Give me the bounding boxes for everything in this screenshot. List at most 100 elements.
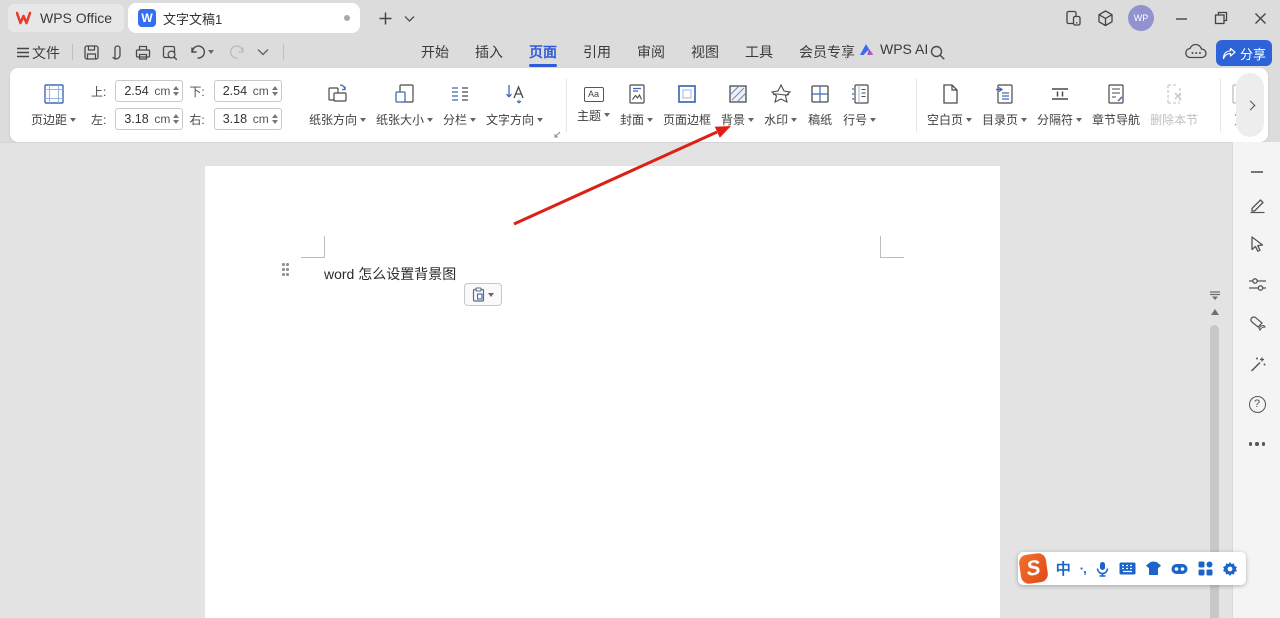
close-icon: [1254, 12, 1267, 25]
ime-apps-button[interactable]: [1197, 560, 1213, 577]
ime-keyboard-button[interactable]: [1119, 560, 1136, 577]
new-tab-button[interactable]: [374, 8, 396, 28]
minimize-button[interactable]: [1170, 8, 1192, 28]
ime-toolbar: S 中 ·,: [1018, 552, 1246, 585]
line-numbers-button[interactable]: 行号: [838, 72, 881, 138]
paragraph-drag-handle-icon[interactable]: [282, 263, 295, 281]
tab-view[interactable]: 视图: [678, 36, 732, 68]
device-sync-button[interactable]: [1062, 8, 1084, 28]
tab-reference[interactable]: 引用: [570, 36, 624, 68]
sogou-logo-icon[interactable]: S: [1018, 552, 1048, 584]
tab-insert[interactable]: 插入: [462, 36, 516, 68]
section-break-icon: [1047, 82, 1073, 106]
export-pdf-button[interactable]: [106, 42, 128, 62]
cloud-sync-button[interactable]: [1182, 41, 1210, 61]
tab-membership[interactable]: 会员专享: [786, 36, 868, 68]
page-border-button[interactable]: 页面边框: [658, 72, 716, 138]
ruler-toggle-button[interactable]: [1208, 291, 1222, 301]
ime-skin-button[interactable]: [1145, 560, 1162, 577]
share-icon: [1222, 47, 1236, 60]
user-avatar[interactable]: WP: [1128, 5, 1154, 31]
chevron-right-icon: [1245, 100, 1255, 110]
margin-bottom-input[interactable]: 2.54 cm: [214, 80, 282, 102]
tab-home[interactable]: 开始: [408, 36, 462, 68]
wps-ai-button[interactable]: WPS AI: [858, 41, 928, 57]
save-button[interactable]: [80, 42, 102, 62]
app-center-button[interactable]: [1094, 8, 1116, 28]
search-button[interactable]: [926, 42, 948, 62]
margin-top-input[interactable]: 2.54 cm: [115, 80, 183, 102]
grid-paper-button[interactable]: 稿纸: [802, 72, 838, 138]
tab-tools[interactable]: 工具: [732, 36, 786, 68]
ime-punctuation-button[interactable]: ·,: [1080, 561, 1086, 576]
sidebar-more-button[interactable]: [1247, 434, 1267, 454]
paper-orientation-icon: [325, 82, 351, 106]
redo-button-disabled[interactable]: [226, 42, 248, 62]
ime-settings-button[interactable]: [1222, 560, 1238, 577]
restore-button[interactable]: [1210, 8, 1232, 28]
blank-page-button[interactable]: 空白页: [922, 72, 977, 138]
spinner[interactable]: [173, 86, 179, 96]
clipped-ribbon-button[interactable]: 页: [1222, 72, 1236, 138]
share-button[interactable]: 分享: [1216, 40, 1272, 66]
signature-seal-button[interactable]: [1247, 314, 1267, 334]
columns-button[interactable]: 分栏: [438, 72, 481, 138]
close-button[interactable]: [1249, 8, 1271, 28]
group-expand-corner-icon[interactable]: [554, 130, 562, 138]
edit-pen-button[interactable]: [1247, 194, 1267, 214]
ime-assistant-button[interactable]: [1171, 560, 1188, 577]
cover-page-button[interactable]: 封面: [615, 72, 658, 138]
quick-access-more-button[interactable]: [252, 42, 274, 62]
page-margins-button[interactable]: 页边距: [26, 72, 81, 138]
spinner[interactable]: [173, 114, 179, 124]
print-button[interactable]: [132, 42, 154, 62]
help-button[interactable]: ?: [1247, 394, 1267, 414]
margin-right-input[interactable]: 3.18 cm: [214, 108, 282, 130]
text-direction-button[interactable]: 文字方向: [481, 72, 548, 138]
watermark-icon: [768, 82, 794, 106]
tab-page[interactable]: 页面: [516, 36, 570, 68]
adjust-settings-button[interactable]: [1247, 274, 1267, 294]
main-menu-button[interactable]: [12, 42, 34, 62]
spinner[interactable]: [272, 86, 278, 96]
watermark-button[interactable]: 水印: [759, 72, 802, 138]
document-area[interactable]: word 怎么设置背景图: [0, 142, 1232, 618]
file-menu[interactable]: 文件: [32, 43, 60, 63]
tab-review[interactable]: 审阅: [624, 36, 678, 68]
print-preview-button[interactable]: [159, 42, 181, 62]
margin-corner-mark: [880, 236, 904, 258]
ime-language-mode-button[interactable]: 中: [1056, 558, 1071, 579]
toc-page-button[interactable]: 目录页: [977, 72, 1032, 138]
break-button[interactable]: 分隔符: [1032, 72, 1087, 138]
paste-options-button[interactable]: [464, 283, 502, 306]
group-separator: [916, 78, 917, 132]
smart-tools-button[interactable]: [1247, 354, 1267, 374]
delete-section-button-disabled[interactable]: 删除本节: [1145, 72, 1203, 138]
paper-orientation-button[interactable]: 纸张方向: [304, 72, 371, 138]
wps-ai-label: WPS AI: [880, 41, 928, 57]
right-sidebar: ?: [1232, 142, 1280, 618]
background-button[interactable]: 背景: [716, 72, 759, 138]
print-icon: [134, 44, 152, 61]
spinner[interactable]: [272, 114, 278, 124]
scroll-up-button[interactable]: [1208, 309, 1222, 315]
undo-dropdown-button[interactable]: [205, 42, 217, 62]
dropdown-caret-icon: [748, 118, 754, 122]
ribbon-expand-button[interactable]: [1236, 73, 1264, 137]
document-page[interactable]: word 怎么设置背景图: [205, 166, 1000, 618]
theme-button[interactable]: Aa 主题: [572, 72, 615, 138]
paper-size-button[interactable]: 纸张大小: [371, 72, 438, 138]
tab-list-button[interactable]: [398, 8, 420, 28]
dash-icon: [1250, 170, 1264, 174]
more-dots-icon: [1249, 442, 1266, 446]
app-menu-button[interactable]: WPS Office: [8, 4, 124, 32]
document-heading-text[interactable]: word 怎么设置背景图: [324, 264, 456, 284]
separator: [72, 44, 73, 60]
chapter-navigation-button[interactable]: 章节导航: [1087, 72, 1145, 138]
collapse-sidebar-button[interactable]: [1247, 162, 1267, 182]
margin-left-input[interactable]: 3.18 cm: [115, 108, 183, 130]
separator: [846, 44, 847, 60]
ime-voice-button[interactable]: [1095, 560, 1111, 577]
select-tool-button[interactable]: [1247, 234, 1267, 254]
document-tab[interactable]: W 文字文稿1: [128, 3, 360, 33]
